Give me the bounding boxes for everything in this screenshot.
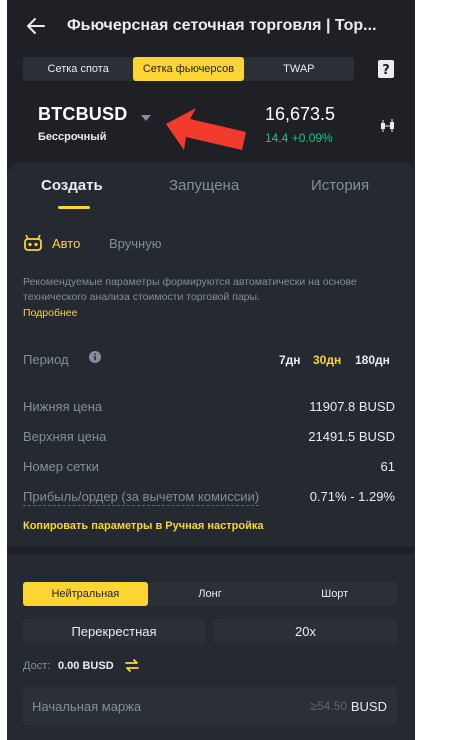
last-price: 16,673.5 [265,104,336,124]
margin-mode-selector[interactable]: Перекрестная [23,619,205,643]
initial-margin-minimum: ≥54.50 [310,699,347,713]
tab-running[interactable]: Запущена [169,177,239,194]
auto-description: Рекомендуемые параметры формируются авто… [23,276,357,303]
direction-short[interactable]: Шорт [272,582,397,606]
upper-price-value: 21491.5 BUSD [308,429,395,444]
active-tab-indicator [58,206,90,209]
tab-futures-grid[interactable]: Сетка фьючерсов [133,57,244,81]
info-icon[interactable] [89,351,101,363]
contract-type: Бессрочный [38,131,107,143]
period-7d[interactable]: 7дн [279,353,301,367]
grid-count-label: Номер сетки [23,459,99,474]
tab-create[interactable]: Создать [41,177,103,194]
available-label: Дост: [23,660,51,672]
robot-icon [24,234,42,251]
section-divider [7,546,415,554]
lower-price-value: 11907.8 BUSD [309,399,395,414]
tab-history[interactable]: История [311,177,369,194]
direction-neutral[interactable]: Нейтральная [23,582,148,606]
back-arrow-icon[interactable] [24,14,48,38]
initial-margin-unit: BUSD [350,699,387,714]
grid-type-tabs: Сетка спота Сетка фьючерсов TWAP [23,57,354,81]
copy-to-manual-link[interactable]: Копировать параметры в Ручная настройка [23,520,263,532]
help-icon[interactable]: ? [376,59,396,79]
initial-margin-input[interactable]: Начальная маржа ≥54.50 BUSD [23,687,397,725]
period-30d[interactable]: 30дн [313,353,341,367]
grid-count-value: 61 [380,459,395,474]
section-tabs: Создать Запущена История [7,162,415,212]
learn-more-link[interactable]: Подробнее [23,307,77,319]
tab-twap[interactable]: TWAP [244,57,354,81]
price-change: 14.4 +0.09% [265,131,333,145]
page-title: Фьючерсная сеточная торговля | Тор... [67,17,377,34]
period-180d[interactable]: 180дн [355,353,390,367]
red-annotation-arrow [166,108,246,150]
direction-tabs: Нейтральная Лонг Шорт [23,582,397,606]
candlestick-chart-icon[interactable] [379,118,397,134]
direction-long[interactable]: Лонг [148,582,273,606]
upper-price-label: Верхняя цена [23,429,107,444]
header: Фьючерсная сеточная торговля | Тор... [7,0,415,56]
manual-mode-button[interactable]: Вручную [109,236,161,251]
auto-mode-button[interactable]: Авто [52,236,80,251]
profit-per-order-label: Прибыль/ордер (за вычетом комиссии) [23,489,260,506]
lower-price-label: Нижняя цена [23,399,103,414]
period-label: Период [23,352,69,367]
pair-symbol[interactable]: BTCBUSD [38,104,127,125]
available-value: 0.00 BUSD [58,660,114,672]
app-screen: Фьючерсная сеточная торговля | Тор... Се… [7,0,415,740]
profit-per-order-value: 0.71% - 1.29% [309,489,395,504]
grid-settings-panel: Создать Запущена История Авто Вручную Ре… [7,162,415,740]
leverage-selector[interactable]: 20x [214,619,397,643]
svg-text:?: ? [382,63,390,78]
transfer-icon[interactable] [125,659,139,672]
chevron-down-icon[interactable] [141,115,151,121]
initial-margin-placeholder: Начальная маржа [32,699,142,714]
tab-spot-grid[interactable]: Сетка спота [23,57,133,81]
